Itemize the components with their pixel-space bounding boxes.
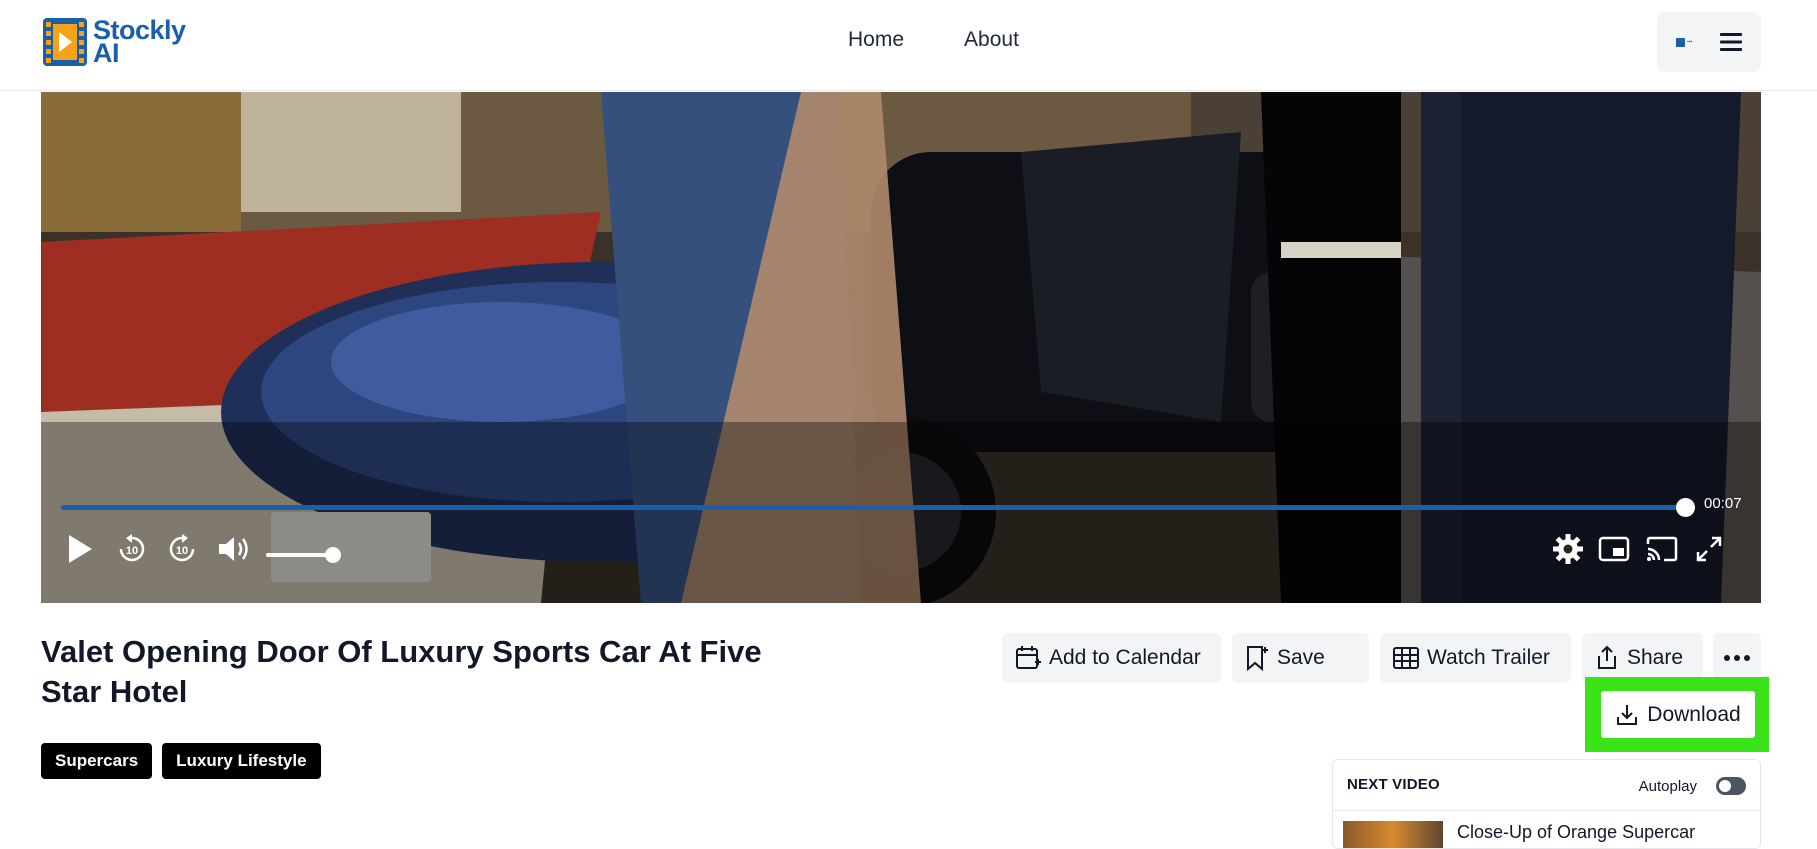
autoplay-label: Autoplay: [1638, 778, 1697, 795]
tag-luxury-lifestyle[interactable]: Luxury Lifestyle: [162, 743, 321, 779]
next-video-heading: NEXT VIDEO: [1347, 776, 1440, 793]
main-nav: Home About: [848, 28, 1019, 52]
logo-line-2: AI: [93, 38, 119, 68]
video-actions: Add to Calendar Save Watch Trailer Share: [1002, 633, 1703, 683]
video-title: Valet Opening Door Of Luxury Sports Car …: [41, 634, 762, 709]
cast-icon: [1646, 536, 1678, 562]
fullscreen-button[interactable]: [1692, 532, 1726, 566]
cast-button[interactable]: [1645, 532, 1679, 566]
fullscreen-icon: [1696, 536, 1722, 562]
film-play-icon: [43, 18, 87, 66]
share-icon: [1598, 645, 1616, 669]
watch-trailer-button[interactable]: Watch Trailer: [1380, 633, 1571, 683]
next-video-panel: NEXT VIDEO Autoplay Close-Up of Orange S…: [1332, 759, 1761, 849]
next-video-title[interactable]: Close-Up of Orange Supercar: [1457, 822, 1695, 843]
logo-text: Stockly AI: [93, 17, 186, 68]
forward-10-icon: 10: [169, 534, 195, 562]
play-button[interactable]: [63, 532, 97, 566]
account-menu-button[interactable]: ▪▪▪: [1657, 12, 1761, 72]
save-label: Save: [1277, 646, 1325, 669]
svg-text:10: 10: [176, 545, 188, 557]
divider: [1333, 810, 1760, 811]
playback-time: 00:07: [1704, 495, 1742, 512]
svg-text:10: 10: [126, 545, 138, 557]
stockly-logo[interactable]: Stockly AI: [43, 17, 186, 68]
volume-slider[interactable]: [266, 553, 332, 557]
next-video-thumbnail[interactable]: [1343, 821, 1443, 848]
progress-scrubber[interactable]: [1676, 498, 1695, 517]
account-logo-icon: ▪▪▪: [1676, 36, 1706, 48]
download-icon: [1617, 704, 1638, 725]
site-header: Stockly AI Home About ▪▪▪: [0, 0, 1817, 91]
download-label: Download: [1647, 702, 1741, 726]
add-to-calendar-button[interactable]: Add to Calendar: [1002, 633, 1221, 683]
more-options-button[interactable]: [1713, 633, 1761, 683]
mute-button[interactable]: [215, 532, 255, 566]
picture-in-picture-icon: [1598, 536, 1630, 562]
rewind-10-button[interactable]: 10: [115, 532, 149, 566]
nav-about-link[interactable]: About: [964, 28, 1019, 52]
progress-bar[interactable]: [61, 505, 1685, 510]
nav-home-link[interactable]: Home: [848, 28, 904, 52]
bookmark-add-icon: [1247, 646, 1268, 672]
autoplay-toggle[interactable]: [1716, 777, 1746, 795]
save-button[interactable]: Save: [1232, 633, 1369, 683]
download-button[interactable]: Download: [1601, 691, 1755, 738]
video-frame: [41, 92, 1761, 603]
volume-slider-knob[interactable]: [325, 547, 341, 563]
hamburger-menu-icon: [1720, 33, 1742, 51]
add-to-calendar-label: Add to Calendar: [1049, 646, 1201, 669]
picture-in-picture-button[interactable]: [1597, 532, 1631, 566]
tag-list: Supercars Luxury Lifestyle: [41, 743, 321, 779]
play-icon: [69, 535, 92, 563]
film-icon: [1393, 647, 1419, 669]
calendar-add-icon: [1016, 646, 1041, 669]
tag-supercars[interactable]: Supercars: [41, 743, 153, 779]
video-player[interactable]: 00:07 10 10: [41, 92, 1761, 603]
watch-trailer-label: Watch Trailer: [1427, 646, 1550, 669]
gear-icon: [1553, 534, 1583, 564]
share-label: Share: [1627, 646, 1684, 669]
volume-icon: [219, 537, 248, 561]
share-button[interactable]: Share: [1582, 633, 1703, 683]
settings-button[interactable]: [1551, 532, 1585, 566]
forward-10-button[interactable]: 10: [165, 532, 199, 566]
rewind-10-icon: 10: [119, 534, 145, 562]
more-horizontal-icon: [1724, 655, 1750, 661]
